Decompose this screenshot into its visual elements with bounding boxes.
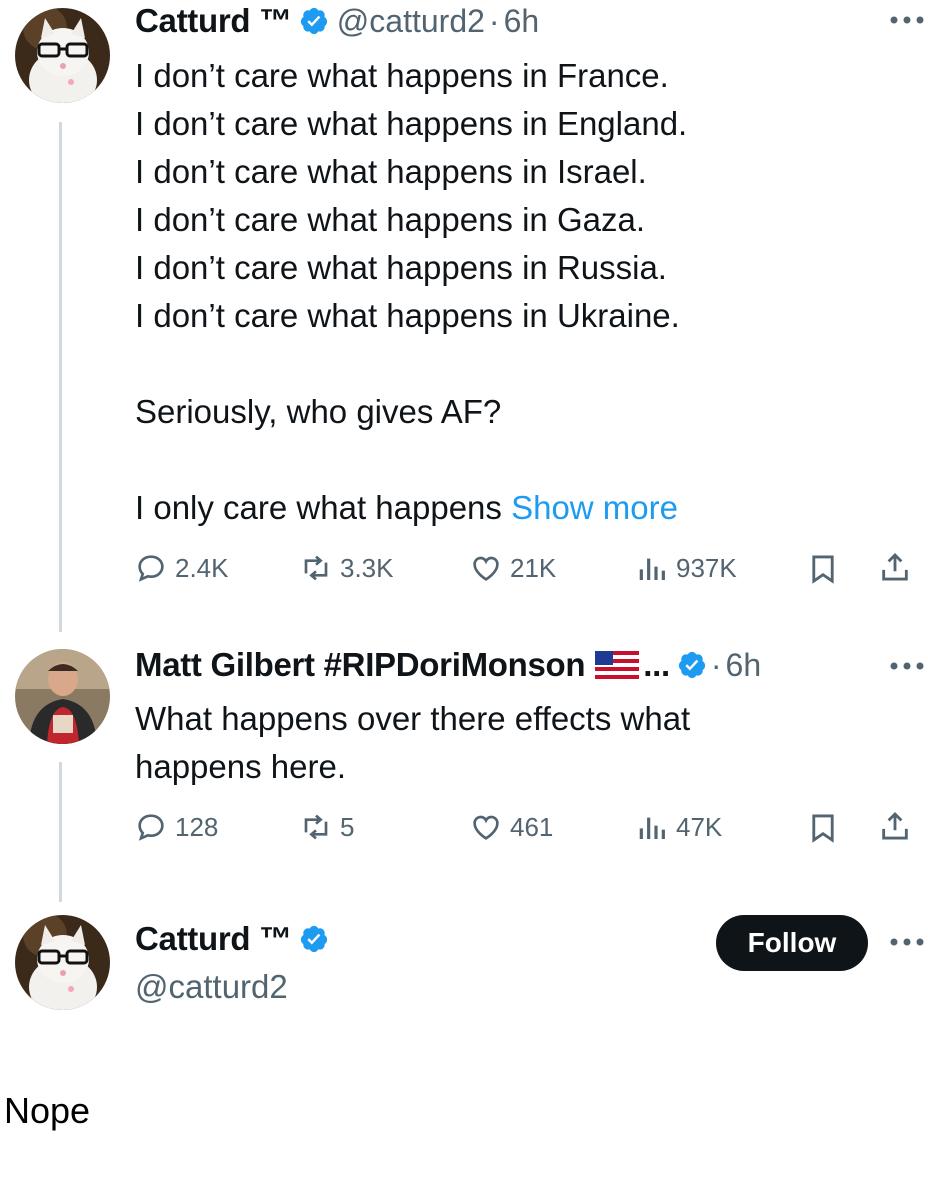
thread-line xyxy=(59,762,62,902)
repost-count: 3.3K xyxy=(340,552,394,583)
share-icon xyxy=(882,811,908,840)
more-icon[interactable] xyxy=(888,936,926,948)
like-count: 21K xyxy=(510,552,557,583)
reply-button[interactable]: 2.4K xyxy=(135,552,229,584)
reply-icon xyxy=(138,814,164,841)
display-name[interactable]: Matt Gilbert #RIPDoriMonson xyxy=(135,646,586,684)
like-icon xyxy=(473,815,499,840)
show-more-link[interactable]: Show more xyxy=(511,489,678,526)
views-count: 937K xyxy=(676,552,737,583)
like-button[interactable]: 21K xyxy=(470,552,556,584)
like-button[interactable]: 461 xyxy=(470,811,553,843)
like-count: 461 xyxy=(510,811,554,842)
views-icon xyxy=(639,558,665,580)
bookmark-button[interactable] xyxy=(806,552,848,586)
timestamp[interactable]: 6h xyxy=(504,3,540,40)
handle[interactable]: @catturd2 xyxy=(135,968,288,1006)
like-icon xyxy=(473,556,499,581)
more-icon[interactable] xyxy=(888,660,926,672)
separator: · xyxy=(710,646,722,683)
reply-icon xyxy=(138,555,164,582)
bookmark-icon xyxy=(812,555,834,584)
us-flag-icon xyxy=(595,651,640,679)
thread-line xyxy=(59,122,62,632)
reply-button[interactable]: 128 xyxy=(135,811,218,843)
share-button[interactable] xyxy=(878,809,920,843)
timestamp[interactable]: 6h xyxy=(726,647,762,684)
profile-name-row: Catturd ™ xyxy=(135,920,329,958)
repost-count: 5 xyxy=(340,811,355,842)
avatar-catturd[interactable] xyxy=(15,915,110,1010)
repost-icon xyxy=(304,814,328,840)
display-name[interactable]: Catturd ™ xyxy=(135,920,292,958)
views-button[interactable]: 47K xyxy=(636,811,722,843)
reply-count: 128 xyxy=(175,811,219,842)
bookmark-icon xyxy=(812,814,834,843)
verified-icon xyxy=(678,651,705,679)
reply-count: 2.4K xyxy=(175,552,229,583)
tweet-text: I don’t care what happens in France. I d… xyxy=(135,52,895,532)
views-button[interactable]: 937K xyxy=(636,552,737,584)
avatar-matt-gilbert[interactable] xyxy=(15,649,110,744)
repost-button[interactable]: 3.3K xyxy=(300,552,394,584)
views-count: 47K xyxy=(676,811,723,842)
follow-button[interactable]: Follow xyxy=(716,915,868,971)
tweet-header: Catturd ™ @catturd2 · 6h xyxy=(135,2,539,40)
handle[interactable]: @catturd2 xyxy=(337,3,485,40)
caption: Nope xyxy=(4,1090,91,1131)
verified-icon xyxy=(300,925,327,953)
separator: · xyxy=(488,2,500,39)
repost-icon xyxy=(304,555,328,581)
tweet-text: What happens over there effects what hap… xyxy=(135,695,895,791)
share-button[interactable] xyxy=(878,550,920,584)
tweet-header: Matt Gilbert #RIPDoriMonson ... · 6h xyxy=(135,646,761,684)
bookmark-button[interactable] xyxy=(806,811,848,845)
views-icon xyxy=(639,817,665,839)
avatar-catturd[interactable] xyxy=(15,8,110,103)
name-truncation: ... xyxy=(643,646,670,683)
repost-button[interactable]: 5 xyxy=(300,811,354,843)
share-icon xyxy=(882,552,908,581)
tweet-body: What happens over there effects what hap… xyxy=(135,700,691,785)
more-icon[interactable] xyxy=(888,14,926,26)
display-name[interactable]: Catturd ™ xyxy=(135,2,292,40)
tweet-body: I don’t care what happens in France. I d… xyxy=(135,57,688,526)
verified-icon xyxy=(300,7,327,35)
